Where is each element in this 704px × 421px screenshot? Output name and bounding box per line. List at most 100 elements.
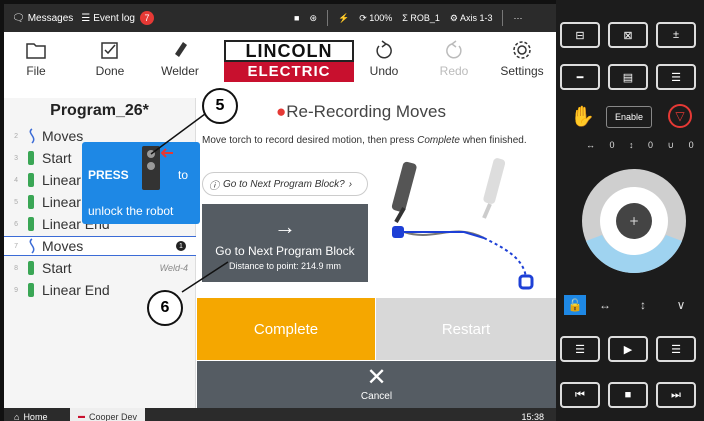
cancel-label: Cancel [360,391,393,402]
emergency-stop-icon[interactable]: ▽ [668,104,692,128]
menu-key-button[interactable]: ▤ [608,64,648,90]
row-number: 5 [14,198,18,206]
step-back-button[interactable]: ⏮ [560,382,600,408]
row-label: Linear End [42,282,110,298]
row-number: 7 [14,242,18,250]
arrow-right-icon: → [274,214,296,239]
step-forward-button[interactable]: ⏭ [656,382,696,408]
done-button[interactable]: Done [80,40,140,78]
instruction-post: when finished. [459,135,527,146]
row-number: 6 [14,220,18,228]
enable-button[interactable]: Enable [606,106,652,128]
messages-label: Messages [27,12,74,24]
list-icon: ☰ [81,12,91,24]
mode-linear[interactable]: ↔ [586,298,624,312]
lock-icon[interactable]: 🔓 [564,295,586,315]
jog-axis-labels: ↔ 0 ↕ 0 ∪ 0 [586,140,700,150]
increment-icon: ± [672,29,680,41]
recording-dot-icon: ● [276,102,287,121]
checkbox-icon [101,42,118,59]
home-icon: ⌂ [14,411,20,421]
play-key-button[interactable]: ▶ [608,336,648,362]
instruction-pre: Move torch to record desired motion, the… [202,135,418,146]
torch-icon [24,194,38,210]
program-row-selected[interactable]: 7 Moves 1 [4,236,196,256]
status-bar: 🗨 Messages ☰ Event log 7 ■ ⊛ ⚡ ⟳ 100% Σ … [4,4,556,32]
done-label: Done [95,64,125,78]
minus-icon: ━ [576,71,584,84]
list-key-button[interactable]: ☰ [560,336,600,362]
robot-indicator[interactable]: Σ ROB_1 [402,13,440,23]
tooltip-press: PRESS [88,168,129,182]
row-label: Start [42,150,72,166]
page-title-text: Re-Recording Moves [286,102,446,121]
torch-icon [24,172,38,188]
torch-icon [24,150,38,166]
more-button[interactable]: ··· [513,13,522,23]
increment-button[interactable]: ± [656,22,696,48]
home-label: Home [23,411,48,421]
minus-key-button[interactable]: ━ [560,64,600,90]
joystick-control[interactable]: + [580,157,688,285]
status-indicators: ■ ⊛ ⚡ ⟳ 100% Σ ROB_1 ⚙ Axis 1-3 ··· [294,4,522,32]
row-label: Start [42,260,72,276]
stop-key-button[interactable]: ■ [608,382,648,408]
redo-label: Redo [439,64,469,78]
app-task-button[interactable]: ▬ Cooper Dev [70,408,146,421]
dashed-path [483,237,527,279]
callout-marker: 6 [147,290,183,326]
undo-label: Undo [369,64,399,78]
goto-next-link[interactable]: ⓘ Go to Next Program Block? › [202,172,368,196]
eventlog-label: Event log [93,12,135,24]
play-icon: ▶ [623,343,633,356]
settings-button[interactable]: Settings [492,40,552,78]
axis-label: Axis 1-3 [459,12,493,23]
program-row[interactable]: 8 Start Weld-4 [4,258,196,278]
page-title: ●Re-Recording Moves [276,102,446,122]
undo-button[interactable]: Undo [354,40,414,78]
skip-forward-icon: ⏭ [671,388,681,401]
robot-label: ROB_1 [410,13,440,23]
speed-value: 100% [369,12,393,23]
axis-indicator[interactable]: ⚙ Axis 1-3 [450,13,493,24]
tooltip-to: to [178,168,189,182]
gear-icon [513,41,531,59]
cancel-button[interactable]: ✕ Cancel [197,361,556,409]
equals-key-button[interactable]: ☰ [656,64,696,90]
restart-label: Restart [441,320,491,338]
home-button[interactable]: ⌂ Home [14,412,70,421]
app-task-label: Cooper Dev [89,411,138,421]
welder-button[interactable]: Welder [150,40,210,78]
eventlog-button[interactable]: ☰ Event log 7 [81,11,154,25]
skip-back-icon: ⏮ [575,388,585,401]
row-number: 3 [14,154,18,162]
instruction-emphasis: Complete [417,135,460,146]
pendant-hardware-panel: ⊟ ⊠ ± ━ ▤ ☰ ✋ Enable ▽ ↔ 0 ↕ 0 ∪ 0 + 🔓 ↔… [556,0,704,421]
speed-indicator[interactable]: ⟳ 100% [359,13,392,24]
list-icon: ☰ [575,343,585,356]
mode-vertical[interactable]: ↕ [624,298,662,312]
mode-rotate[interactable]: ∨ [662,298,700,312]
row-number: 9 [14,286,18,294]
jog-mode-button[interactable]: ⊠ [608,22,648,48]
redo-button[interactable]: Redo [424,40,484,78]
eventlog-count-badge: 7 [139,11,154,25]
doc-icon: ▤ [622,71,634,84]
torch-icon [24,282,38,298]
goto-next-link-label: Go to Next Program Block? [223,178,345,190]
messages-button[interactable]: 🗨 Messages [12,13,73,24]
logo-bottom-text: ELECTRIC [224,62,354,82]
top-toolbar: File Done Welder LINCOLN ELECTRIC Undo R… [4,32,556,98]
app-icon: ▬ [78,413,85,420]
file-button[interactable]: File [6,40,66,78]
goto-next-block-label: Go to Next Program Block [215,244,355,258]
tool-key-button[interactable]: ⊟ [560,22,600,48]
file-label: File [26,64,46,78]
start-point-marker [392,226,404,238]
menu-lines-key-button[interactable]: ☰ [656,336,696,362]
lincoln-electric-logo: LINCOLN ELECTRIC [224,40,354,86]
tooltip-unlock: unlock the robot [88,204,174,218]
restart-button[interactable]: Restart [376,298,556,360]
teach-pendant-screen: 🗨 Messages ☰ Event log 7 ■ ⊛ ⚡ ⟳ 100% Σ … [0,0,556,421]
complete-button[interactable]: Complete [197,298,375,360]
